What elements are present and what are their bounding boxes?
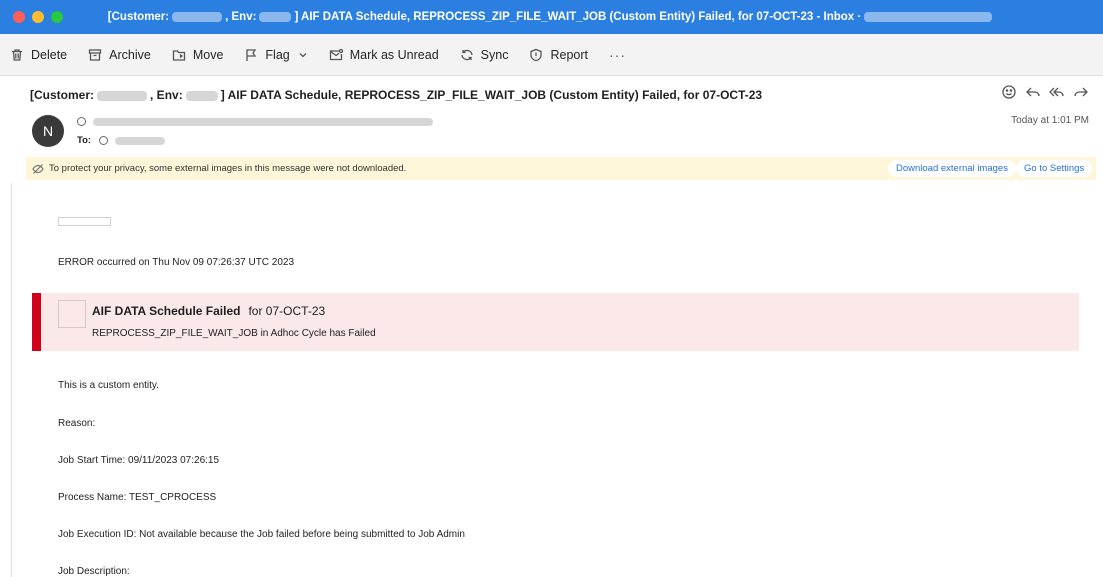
redacted-recipient — [115, 136, 166, 145]
forward-icon[interactable] — [1073, 84, 1089, 100]
redacted-env — [259, 11, 292, 22]
reason-line: Reason: — [58, 418, 96, 429]
alert-accent-bar — [32, 293, 41, 351]
subject-prefix: [Customer: — [30, 88, 95, 102]
failure-alert: AIF DATA Schedule Failed for 07-OCT-23 RE… — [32, 293, 1079, 351]
redacted-env — [185, 90, 218, 101]
delete-button[interactable]: Delete — [10, 48, 67, 62]
sender-line[interactable] — [77, 117, 436, 126]
mark-unread-label: Mark as Unread — [349, 47, 439, 62]
job-description-line: Job Description: — [58, 566, 130, 577]
shield-report-icon — [530, 48, 543, 61]
message-toolbar: Delete Archive Move Flag Mark as Unread … — [0, 34, 1103, 76]
reply-icon[interactable] — [1025, 84, 1041, 100]
redacted-customer — [172, 11, 223, 22]
archive-button[interactable]: Archive — [88, 48, 151, 62]
subject-main: ] AIF DATA Schedule, REPROCESS_ZIP_FILE_… — [220, 88, 763, 102]
privacy-banner: To protect your privacy, some external i… — [26, 157, 1096, 180]
error-occurred-text: ERROR occurred on Thu Nov 09 07:26:37 UT… — [58, 257, 295, 268]
delete-label: Delete — [31, 47, 68, 62]
privacy-message: To protect your privacy, some external i… — [49, 163, 407, 174]
alert-title-date: for 07-OCT-23 — [248, 304, 326, 318]
chevron-down-icon[interactable] — [298, 50, 308, 60]
title-env: , Env: — [225, 11, 257, 23]
move-label: Move — [192, 47, 224, 62]
trash-icon — [12, 48, 22, 61]
redacted-account — [864, 11, 993, 22]
message-subject: [Customer: , Env: ] AIF DATA Schedule, REP… — [30, 88, 762, 102]
job-execution-id-line: Job Execution ID: Not available because … — [58, 529, 465, 540]
move-button[interactable]: Move — [172, 47, 224, 62]
download-external-images-button[interactable]: Download external images — [888, 160, 1016, 177]
custom-entity-line: This is a custom entity. — [58, 380, 159, 391]
window-titlebar: [Customer: , Env: ] AIF DATA Schedule, REP… — [0, 0, 1103, 34]
archive-icon — [88, 48, 102, 61]
archive-label: Archive — [109, 47, 151, 62]
recipient-status-icon — [99, 136, 109, 145]
email-logo-placeholder — [58, 217, 111, 226]
emoji-react-icon[interactable] — [1001, 84, 1017, 100]
message-date: Today at 1:01 PM — [1011, 115, 1089, 126]
sync-label: Sync — [480, 47, 509, 62]
flag-icon — [246, 48, 257, 61]
redacted-customer — [97, 90, 148, 101]
recipient-line[interactable]: To: — [77, 135, 168, 146]
job-start-time-line: Job Start Time: 09/11/2023 07:26:15 — [58, 455, 220, 466]
redacted-sender-address — [93, 117, 433, 126]
sender-status-icon — [77, 117, 86, 126]
go-to-settings-button[interactable]: Go to Settings — [1016, 160, 1093, 177]
title-main: ] AIF DATA Schedule, REPROCESS_ZIP_FILE_… — [294, 11, 862, 23]
folder-move-icon — [172, 49, 185, 61]
to-label: To: — [77, 135, 92, 146]
alert-image-placeholder-icon — [58, 300, 86, 328]
sender-avatar: N — [32, 115, 64, 147]
title-prefix: [Customer: — [107, 11, 170, 23]
alert-title-bold: AIF DATA Schedule Failed — [92, 304, 241, 318]
subject-env: , Env: — [150, 88, 183, 102]
mark-unread-button[interactable]: Mark as Unread — [329, 48, 439, 62]
envelope-unread-icon — [329, 48, 343, 60]
flag-label: Flag — [265, 47, 290, 62]
flag-button[interactable]: Flag — [244, 48, 307, 62]
more-actions-button[interactable]: ··· — [609, 47, 626, 63]
process-name-line: Process Name: TEST_CPROCESS — [58, 492, 217, 503]
alert-detail: REPROCESS_ZIP_FILE_WAIT_JOB in Adhoc Cyc… — [92, 328, 376, 339]
report-label: Report — [550, 47, 588, 62]
sync-button[interactable]: Sync — [460, 47, 509, 62]
reply-all-icon[interactable] — [1049, 84, 1065, 100]
alert-title: AIF DATA Schedule Failed for 07-OCT-23 — [92, 304, 325, 318]
message-header-actions — [993, 84, 1089, 100]
hidden-image-icon — [32, 163, 44, 174]
viewer-divider — [11, 183, 12, 577]
window-title: [Customer: , Env: ] AIF DATA Schedule, REP… — [0, 0, 1103, 34]
sync-icon — [461, 49, 473, 60]
report-button[interactable]: Report — [529, 48, 588, 62]
